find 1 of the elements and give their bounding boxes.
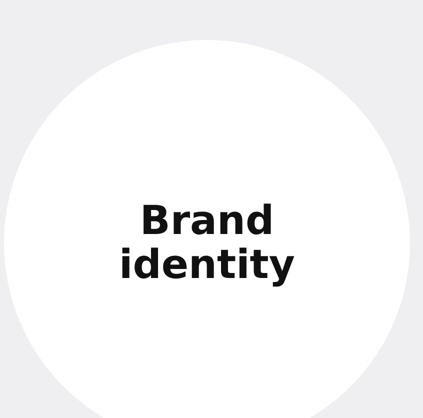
card-title: Brand identity <box>118 199 296 287</box>
